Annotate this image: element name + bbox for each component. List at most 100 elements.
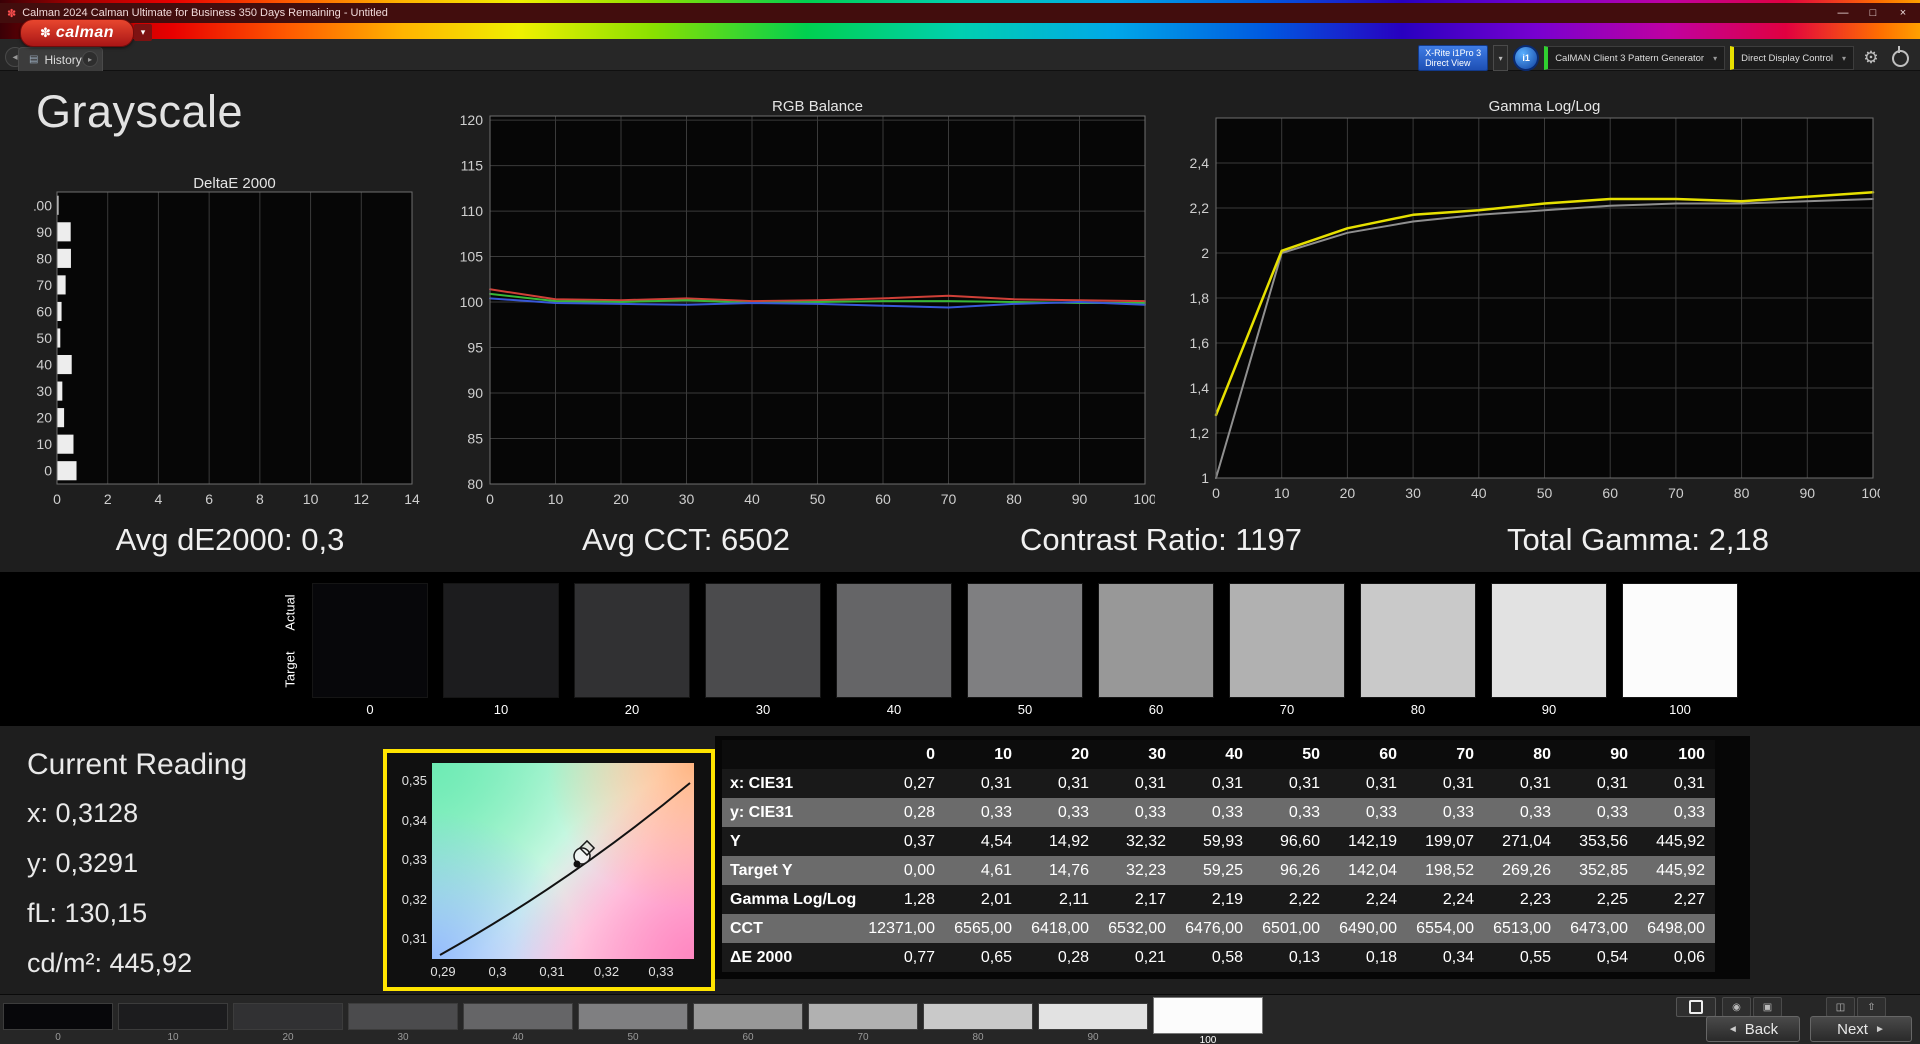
- table-col-header: 70: [1407, 740, 1484, 769]
- cie-chromaticity-chart: 0,35 0,34 0,33 0,32 0,31 0,29 0,3 0,31 0,32 0,33: [383, 749, 715, 991]
- calman-logo-button[interactable]: ✽ calman: [20, 19, 134, 47]
- layout-button[interactable]: ◫: [1826, 997, 1855, 1017]
- meter-select[interactable]: X-Rite i1Pro 3 Direct View: [1418, 45, 1489, 71]
- table-cell: 1,28: [868, 885, 945, 914]
- capture-button[interactable]: ◉: [1722, 997, 1751, 1017]
- table-cell: 4,61: [945, 856, 1022, 885]
- pattern-level-label: 40: [512, 1032, 524, 1043]
- svg-text:1: 1: [1201, 470, 1209, 486]
- table-cell: 445,92: [1638, 827, 1715, 856]
- svg-text:100: 100: [1133, 491, 1155, 507]
- pattern-swatch: [3, 1003, 113, 1030]
- pattern-level-90-button[interactable]: 90: [1038, 995, 1148, 1044]
- toolbar: ◂ ▤ History 1 ▸ X-Rite i1Pro 3 Direct Vi…: [0, 39, 1920, 71]
- pattern-swatch: [1038, 1003, 1148, 1030]
- cie-x-tick: 0,32: [593, 964, 620, 979]
- swatch-actual: [1361, 584, 1475, 641]
- next-label: Next: [1837, 1020, 1868, 1038]
- pattern-level-label: 70: [857, 1032, 869, 1043]
- report-button[interactable]: ▣: [1753, 997, 1782, 1017]
- swatch-target: [1361, 640, 1475, 697]
- total-gamma-stat: Total Gamma: 2,18: [1507, 522, 1769, 557]
- maximize-button[interactable]: □: [1858, 3, 1888, 23]
- page-title: Grayscale: [36, 86, 244, 137]
- swatch-target: [1099, 640, 1213, 697]
- pattern-level-100-button[interactable]: 100: [1153, 995, 1263, 1044]
- swatch-target: [706, 640, 820, 697]
- svg-text:30: 30: [1405, 485, 1421, 501]
- svg-text:4: 4: [155, 491, 163, 507]
- pattern-level-0-button[interactable]: 0: [3, 995, 113, 1044]
- pattern-level-40-button[interactable]: 40: [463, 995, 573, 1044]
- pattern-level-50-button[interactable]: 50: [578, 995, 688, 1044]
- table-cell: 0,33: [1022, 798, 1099, 827]
- cie-y-tick: 0,33: [401, 852, 427, 867]
- swatch-actual: [706, 584, 820, 641]
- reading-cdm2: cd/m²: 445,92: [27, 948, 193, 978]
- svg-text:2,4: 2,4: [1190, 155, 1210, 171]
- svg-text:80: 80: [1734, 485, 1750, 501]
- calman-menu-caret[interactable]: ▾: [134, 24, 152, 41]
- display-control-select[interactable]: Direct Display Control ▾: [1730, 46, 1854, 70]
- grayscale-swatch-50: 50: [968, 584, 1082, 717]
- settings-button[interactable]: ⚙: [1859, 46, 1883, 70]
- actual-axis-label: Actual: [282, 593, 298, 631]
- table-cell: 0,31: [1176, 769, 1253, 798]
- table-cell: 0,31: [1022, 769, 1099, 798]
- table-cell: 6473,00: [1561, 914, 1638, 943]
- table-cell: 0,33: [945, 798, 1022, 827]
- pattern-window-button[interactable]: [1676, 997, 1716, 1017]
- target-axis-label: Target: [282, 650, 298, 688]
- back-button[interactable]: ◄ Back: [1706, 1016, 1800, 1042]
- power-button[interactable]: [1888, 45, 1912, 70]
- history-icon: ▤: [29, 54, 39, 65]
- pattern-level-30-button[interactable]: 30: [348, 995, 458, 1044]
- cie-y-tick: 0,32: [401, 891, 427, 907]
- table-cell: 0,00: [868, 856, 945, 885]
- pattern-level-label: 80: [972, 1032, 984, 1043]
- svg-text:105: 105: [460, 249, 484, 265]
- swatch-label: 80: [1410, 702, 1426, 717]
- cie-y-tick: 0,34: [401, 812, 427, 828]
- pattern-level-label: 0: [55, 1032, 61, 1043]
- avg-de2000-stat: Avg dE2000: 0,3: [115, 522, 345, 557]
- swatch-actual: [444, 584, 558, 641]
- pattern-level-80-button[interactable]: 80: [923, 995, 1033, 1044]
- export-button[interactable]: ⇧: [1857, 997, 1886, 1017]
- pattern-source-select[interactable]: CalMAN Client 3 Pattern Generator ▾: [1544, 46, 1726, 70]
- next-button[interactable]: Next ►: [1810, 1016, 1912, 1042]
- pattern-level-70-button[interactable]: 70: [808, 995, 918, 1044]
- pattern-level-60-button[interactable]: 60: [693, 995, 803, 1044]
- table-cell: 2,01: [945, 885, 1022, 914]
- rainbow-banner: [0, 23, 1920, 39]
- cie-y-tick: 0,35: [401, 773, 427, 788]
- table-cell: 0,13: [1253, 943, 1330, 972]
- pattern-level-label: 30: [397, 1032, 409, 1043]
- table-cell: 142,19: [1330, 827, 1407, 856]
- pattern-level-20-button[interactable]: 20: [233, 995, 343, 1044]
- table-cell: 198,52: [1407, 856, 1484, 885]
- pattern-level-10-button[interactable]: 10: [118, 995, 228, 1044]
- meter-dropdown-caret[interactable]: ▾: [1493, 45, 1509, 71]
- swatch-label: 10: [493, 702, 509, 717]
- table-row-label: Gamma Log/Log: [722, 885, 868, 914]
- pattern-swatch: [808, 1003, 918, 1030]
- table-cell: 0,31: [1330, 769, 1407, 798]
- close-button[interactable]: ×: [1888, 3, 1918, 23]
- table-cell: 96,26: [1253, 856, 1330, 885]
- display-dropdown-caret: ▾: [1841, 53, 1846, 63]
- calman-app-window: ✽ Calman 2024 Calman Ultimate for Busine…: [0, 0, 1920, 1044]
- table-cell: 6498,00: [1638, 914, 1715, 943]
- table-cell: 0,31: [1561, 769, 1638, 798]
- i1pro-meter-icon[interactable]: i1: [1513, 45, 1540, 71]
- table-cell: 353,56: [1561, 827, 1638, 856]
- svg-text:RGB Balance: RGB Balance: [772, 98, 863, 115]
- minimize-button[interactable]: —: [1828, 3, 1858, 23]
- tab-scroll-right-button[interactable]: ▸: [82, 51, 98, 67]
- source-dropdown-caret: ▾: [1713, 53, 1718, 63]
- svg-text:115: 115: [461, 158, 484, 174]
- contrast-ratio-stat: Contrast Ratio: 1197: [1019, 522, 1303, 557]
- table-cell: 4,54: [945, 827, 1022, 856]
- cie-y-tick: 0,31: [401, 931, 427, 946]
- swatch-actual: [837, 584, 951, 641]
